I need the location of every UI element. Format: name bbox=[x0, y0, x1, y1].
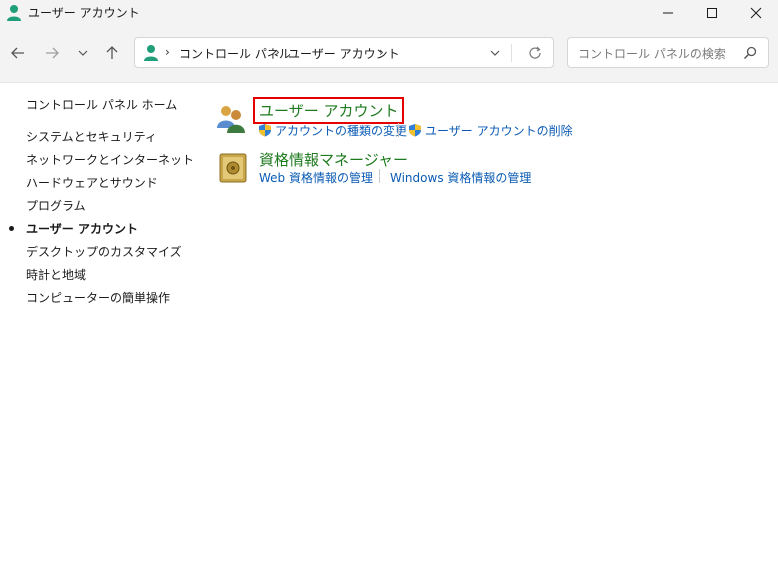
user-accounts-icon bbox=[7, 5, 21, 21]
navigation-bar: › コントロール パネル › ユーザー アカウント › bbox=[0, 26, 778, 83]
up-button[interactable] bbox=[100, 41, 124, 65]
section-title-user-accounts[interactable]: ユーザー アカウント bbox=[252, 97, 405, 124]
sidebar-item-desktop-customization[interactable]: デスクトップのカスタマイズ bbox=[26, 243, 182, 260]
sidebar-item-programs[interactable]: プログラム bbox=[26, 197, 86, 214]
minimize-button[interactable] bbox=[646, 0, 690, 26]
credential-vault-icon bbox=[219, 153, 247, 183]
recent-locations-button[interactable] bbox=[71, 41, 95, 65]
chevron-down-icon[interactable] bbox=[487, 45, 503, 61]
user-accounts-icon bbox=[144, 45, 158, 61]
title-bar: ユーザー アカウント bbox=[0, 0, 778, 26]
arrow-up-icon bbox=[106, 46, 118, 59]
search-icon[interactable] bbox=[742, 45, 758, 61]
section-title-credential-manager[interactable]: 資格情報マネージャー bbox=[259, 149, 408, 170]
sidebar-item-user-accounts[interactable]: ユーザー アカウント bbox=[26, 220, 138, 237]
link-divider bbox=[398, 123, 399, 137]
sidebar-item-ease-of-access[interactable]: コンピューターの簡単操作 bbox=[26, 289, 170, 306]
sidebar-item-system-security[interactable]: システムとセキュリティ bbox=[26, 128, 157, 145]
link-divider bbox=[379, 169, 380, 183]
chevron-down-icon bbox=[78, 50, 88, 56]
maximize-icon bbox=[707, 8, 717, 18]
sidebar-item-hardware-sound[interactable]: ハードウェアとサウンド bbox=[26, 174, 158, 191]
arrow-left-icon bbox=[11, 47, 24, 59]
refresh-icon[interactable] bbox=[527, 45, 543, 61]
link-change-account-type[interactable]: アカウントの種類の変更 bbox=[275, 122, 407, 139]
link-manage-web-credentials[interactable]: Web 資格情報の管理 bbox=[259, 169, 373, 186]
search-box[interactable] bbox=[567, 37, 769, 68]
forward-button[interactable] bbox=[40, 41, 64, 65]
divider bbox=[511, 44, 512, 62]
arrow-right-icon bbox=[46, 47, 59, 59]
breadcrumb-separator[interactable]: › bbox=[275, 45, 280, 59]
minimize-icon bbox=[663, 12, 673, 14]
back-button[interactable] bbox=[6, 41, 30, 65]
breadcrumb-separator[interactable]: › bbox=[165, 45, 170, 59]
shield-icon bbox=[259, 124, 271, 137]
current-item-bullet bbox=[9, 226, 14, 231]
link-remove-user-account[interactable]: ユーザー アカウントの削除 bbox=[425, 122, 573, 139]
sidebar-item-network-internet[interactable]: ネットワークとインターネット bbox=[26, 151, 194, 168]
sidebar-item-control-panel-home[interactable]: コントロール パネル ホーム bbox=[26, 96, 177, 113]
shield-icon bbox=[409, 124, 421, 137]
breadcrumb-separator[interactable]: › bbox=[379, 45, 384, 59]
sidebar-item-clock-region[interactable]: 時計と地域 bbox=[26, 266, 86, 283]
address-bar[interactable]: › コントロール パネル › ユーザー アカウント › bbox=[134, 37, 554, 68]
close-icon bbox=[750, 7, 762, 19]
close-button[interactable] bbox=[734, 0, 778, 26]
window-title: ユーザー アカウント bbox=[28, 6, 140, 20]
link-manage-windows-credentials[interactable]: Windows 資格情報の管理 bbox=[390, 169, 531, 186]
search-input[interactable] bbox=[576, 44, 740, 64]
user-accounts-icon bbox=[217, 106, 245, 133]
maximize-button[interactable] bbox=[690, 0, 734, 26]
